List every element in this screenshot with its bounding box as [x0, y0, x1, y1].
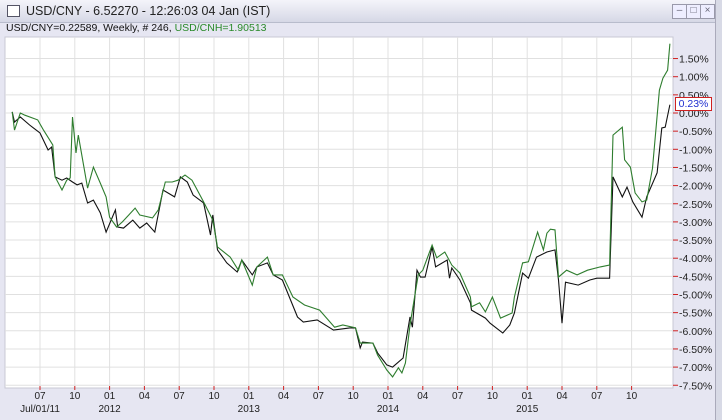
x-tick-label: 10 [626, 391, 638, 402]
x-tick-label: 04 [278, 391, 290, 402]
y-tick-label: -7.00% [679, 362, 712, 374]
window-scrollbar[interactable] [715, 0, 722, 420]
y-tick-label: -5.50% [679, 308, 712, 320]
x-year-label: 2012 [98, 404, 121, 415]
y-tick-label: -1.50% [679, 162, 712, 174]
x-tick-label: 01 [522, 391, 534, 402]
y-tick-label: -7.50% [679, 380, 712, 392]
y-tick-label: -6.50% [679, 344, 712, 356]
y-tick-label: -3.50% [679, 235, 712, 247]
x-tick-label: 10 [487, 391, 499, 402]
y-tick-label: -2.50% [679, 199, 712, 211]
x-tick-label: 04 [139, 391, 151, 402]
x-tick-label: 04 [556, 391, 568, 402]
y-tick-label: -4.50% [679, 271, 712, 283]
x-year-label: Jul/01/11 [20, 404, 60, 415]
x-year-label: 2013 [238, 404, 261, 415]
last-value-label: 0.23% [675, 97, 712, 111]
y-tick-label: -1.00% [679, 144, 712, 156]
x-year-label: 2015 [516, 404, 539, 415]
line-chart: 1.50%1.00%0.50%0.00%-0.50%-1.00%-1.50%-2… [4, 36, 712, 415]
y-tick-label: -5.00% [679, 290, 712, 302]
plot-area [4, 36, 674, 389]
x-tick-label: 01 [243, 391, 255, 402]
y-tick-label: -0.50% [679, 126, 712, 138]
x-tick-label: 10 [69, 391, 81, 402]
y-tick-label: 1.00% [679, 72, 709, 84]
x-tick-label: 07 [313, 391, 325, 402]
x-tick-label: 01 [382, 391, 394, 402]
x-tick-label: 07 [174, 391, 186, 402]
x-year-label: 2014 [377, 404, 400, 415]
x-tick-label: 01 [104, 391, 116, 402]
x-tick-label: 10 [208, 391, 220, 402]
x-tick-label: 10 [348, 391, 360, 402]
y-tick-label: 1.50% [679, 54, 709, 66]
x-tick-label: 07 [591, 391, 603, 402]
x-tick-label: 04 [417, 391, 429, 402]
y-tick-label: -2.00% [679, 181, 712, 193]
y-tick-label: -4.00% [679, 253, 712, 265]
x-tick-label: 07 [34, 391, 46, 402]
y-tick-label: -3.00% [679, 217, 712, 229]
x-tick-label: 07 [452, 391, 464, 402]
y-tick-label: -6.00% [679, 326, 712, 338]
